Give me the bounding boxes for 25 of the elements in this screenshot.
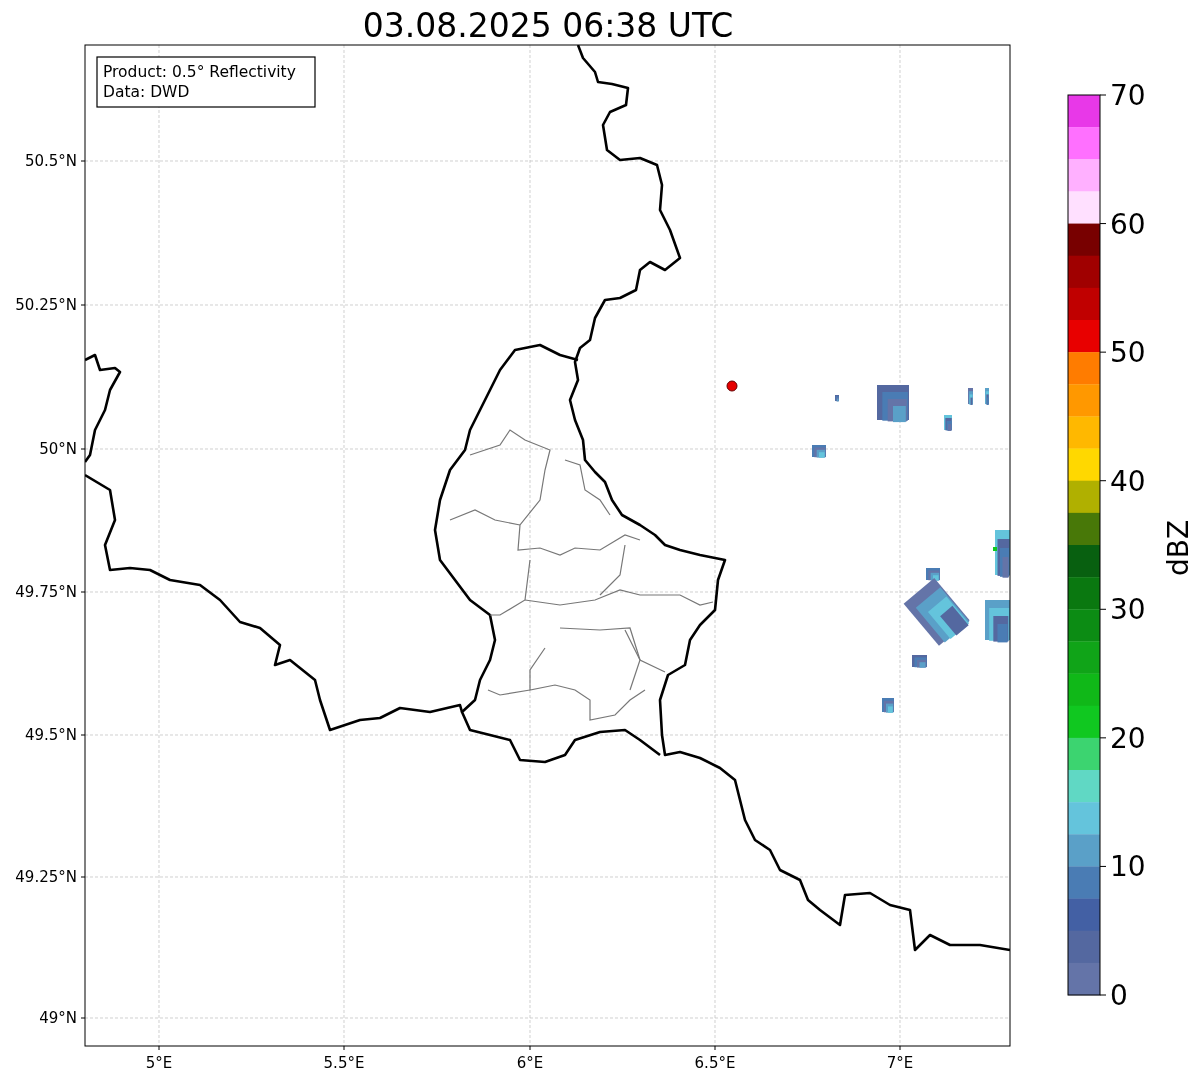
legend-text: Product: 0.5° Reflectivity (103, 63, 296, 81)
colorbar-tick-label: 70 (1110, 79, 1146, 112)
colorbar-tick-label: 20 (1110, 721, 1146, 755)
longitude-label: 6°E (516, 1054, 544, 1072)
radar-site-marker (726, 380, 738, 392)
longitude-label: 6.5°E (694, 1054, 736, 1072)
colorbar-tick-label: 60 (1110, 207, 1146, 241)
colorbar-tick-label: 0 (1110, 979, 1128, 1012)
longitude-label: 5°E (145, 1054, 173, 1072)
colorbar-label: dBZ (1162, 519, 1195, 577)
latitude-label: 49°N (39, 1009, 77, 1027)
colorbar-tick-label: 40 (1110, 464, 1146, 498)
longitude-label: 7°E (886, 1054, 914, 1072)
chart-title: 03.08.2025 06:38 UTC (362, 6, 734, 45)
legend-text: Data: DWD (103, 83, 190, 101)
colorbar-tick-label: 10 (1110, 850, 1146, 884)
latitude-label: 50°N (39, 440, 77, 458)
colorbar-tick-label: 50 (1110, 336, 1146, 370)
latitude-label: 50.5°N (24, 152, 77, 170)
latitude-label: 49.25°N (15, 868, 77, 886)
latitude-label: 50.25°N (15, 296, 77, 314)
colorbar-tick-label: 30 (1110, 593, 1146, 627)
latitude-label: 49.75°N (15, 583, 77, 601)
latitude-label: 49.5°N (24, 726, 77, 744)
longitude-label: 5.5°E (323, 1054, 365, 1072)
